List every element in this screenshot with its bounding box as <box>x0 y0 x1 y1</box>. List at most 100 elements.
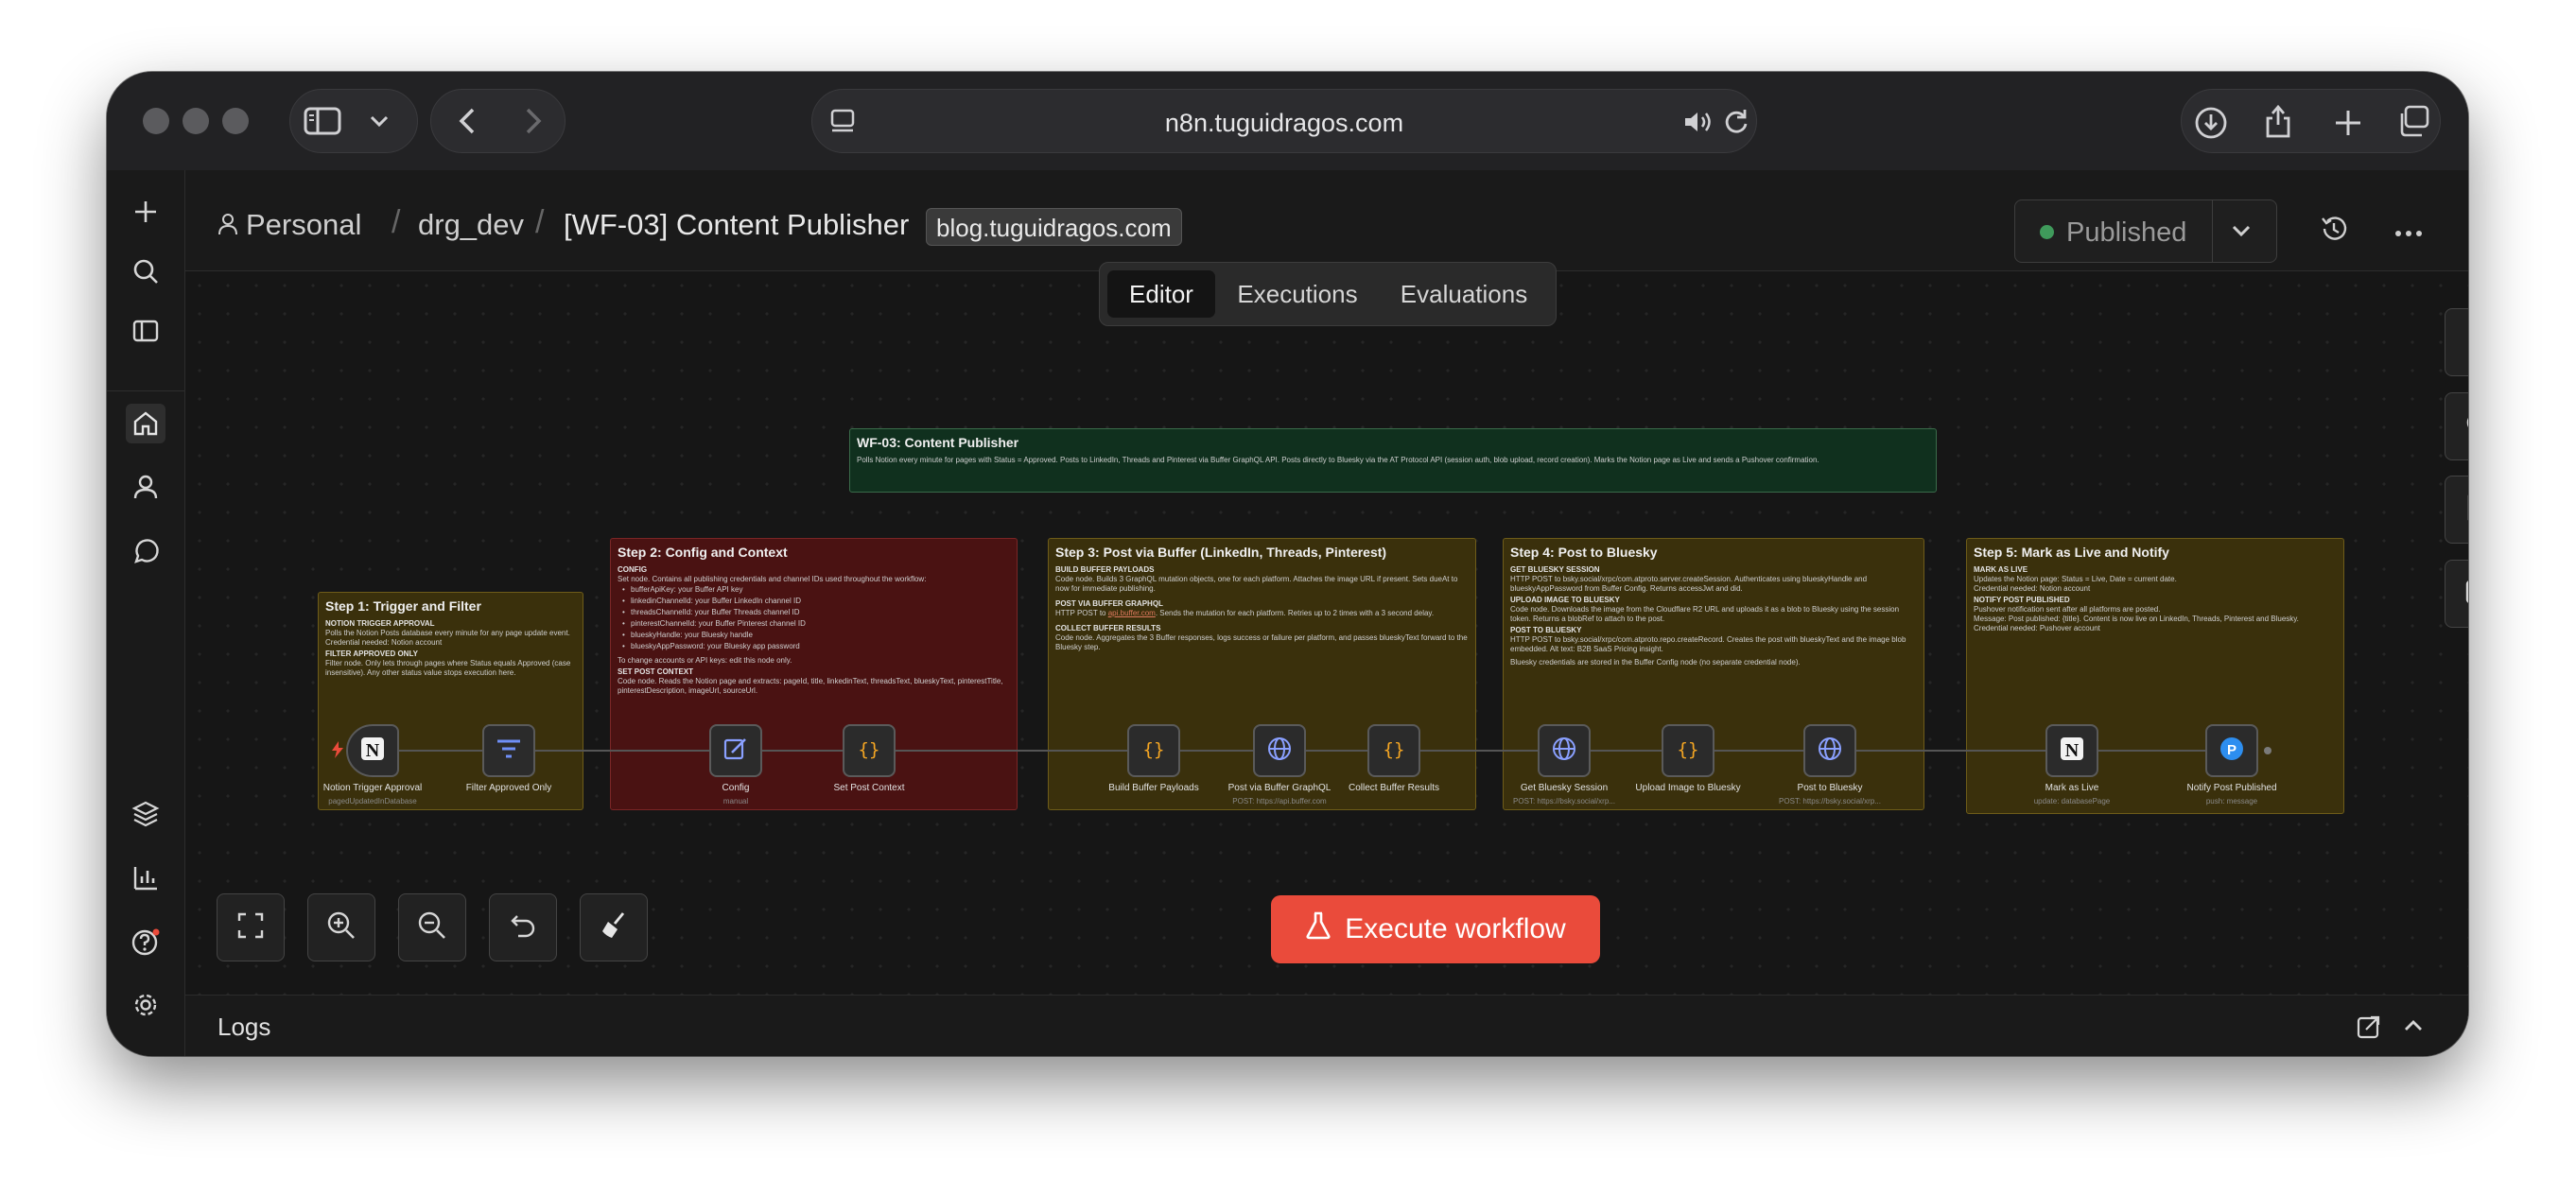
sidebar-toggle-icon[interactable] <box>302 104 343 138</box>
node-upload-image-to-bluesky[interactable]: {} <box>1662 724 1714 777</box>
flask-icon <box>1305 910 1332 948</box>
node-get-bluesky-session[interactable] <box>1538 724 1591 777</box>
buffer-api-link[interactable]: api.buffer.com <box>1108 609 1156 617</box>
workflow-tag[interactable]: blog.tuguidragos.com <box>926 208 1182 246</box>
node-mark-as-live[interactable]: N <box>2045 724 2098 777</box>
help-icon[interactable] <box>126 923 165 962</box>
url-text: n8n.tuguidragos.com <box>1164 109 1404 137</box>
new-tab-icon[interactable] <box>2329 104 2367 142</box>
logs-panel[interactable]: Logs <box>185 995 2468 1056</box>
chevron-down-icon[interactable] <box>366 110 392 132</box>
workflow-name[interactable]: [WF-03] Content Publisher <box>564 208 909 242</box>
sticky-text: Polls Notion every minute for pages with… <box>857 456 1819 464</box>
node-label: Upload Image to Bluesky <box>1635 783 1741 793</box>
back-icon[interactable] <box>453 106 481 136</box>
chevron-up-icon[interactable] <box>2403 1018 2424 1038</box>
tab-executions[interactable]: Executions <box>1223 270 1372 318</box>
execute-workflow-button[interactable]: Execute workflow <box>1271 895 1600 963</box>
insights-icon[interactable] <box>126 858 165 898</box>
fit-view-button[interactable] <box>217 893 285 961</box>
address-bar[interactable]: n8n.tuguidragos.com <box>811 89 1757 153</box>
node-subtitle: POST: https://bsky.social/xrp... <box>1779 797 1881 805</box>
undo-icon <box>509 911 537 944</box>
history-icon[interactable] <box>2319 214 2349 249</box>
home-icon[interactable] <box>126 404 165 443</box>
zoom-in-icon <box>326 910 357 945</box>
notion-icon: N <box>358 735 387 768</box>
add-node-button[interactable] <box>2445 308 2468 376</box>
logs-label: Logs <box>218 1013 271 1041</box>
node-set-post-context[interactable]: {} <box>843 724 896 777</box>
pushover-icon: P <box>2219 736 2245 767</box>
forward-icon[interactable] <box>519 106 548 136</box>
svg-text:{}: {} <box>1384 739 1405 760</box>
sticky-heading: UPLOAD IMAGE TO BLUESKY <box>1510 596 1620 604</box>
node-post-to-bluesky[interactable] <box>1803 724 1856 777</box>
zoom-window-button[interactable] <box>222 108 249 134</box>
node-config[interactable] <box>709 724 762 777</box>
download-icon[interactable] <box>2192 104 2230 142</box>
tab-editor[interactable]: Editor <box>1107 270 1215 318</box>
chat-icon[interactable] <box>126 532 165 572</box>
tab-evaluations[interactable]: Evaluations <box>1380 270 1548 318</box>
workflow-editor: Personal / drg_dev / [WF-03] Content Pub… <box>185 170 2468 1056</box>
published-label: Published <box>2066 217 2187 248</box>
zoom-in-button[interactable] <box>307 893 375 961</box>
close-window-button[interactable] <box>143 108 169 134</box>
breadcrumb-project[interactable]: drg_dev <box>418 208 524 242</box>
sticky-heading: NOTION TRIGGER APPROVAL <box>325 619 435 628</box>
user-icon[interactable] <box>126 467 165 507</box>
minimize-window-button[interactable] <box>183 108 209 134</box>
node-subtitle: update: databasePage <box>2033 797 2111 805</box>
add-icon[interactable] <box>126 192 165 232</box>
breadcrumb-personal[interactable]: Personal <box>246 208 361 242</box>
collapse-sidebar-icon[interactable] <box>126 311 165 351</box>
sticky-text-part: . Sends the mutation for each platform. … <box>1155 609 1435 617</box>
sticky-heading: NOTIFY POST PUBLISHED <box>1974 596 2070 604</box>
speaker-icon[interactable] <box>1681 109 1715 135</box>
sticky-text: HTTP POST to bsky.social/xrpc/com.atprot… <box>1510 575 1868 593</box>
zoom-out-button[interactable] <box>398 893 466 961</box>
app-sidebar <box>107 170 185 1056</box>
globe-icon <box>1817 736 1843 767</box>
list-item: threadsChannelId: your Buffer Threads ch… <box>618 607 1010 618</box>
chevron-down-icon[interactable] <box>2231 221 2252 245</box>
workflow-canvas[interactable]: WF-03: Content Publisher Polls Notion ev… <box>185 271 2468 995</box>
sticky-step5[interactable]: Step 5: Mark as Live and Notify MARK AS … <box>1966 538 2344 814</box>
reset-zoom-button[interactable] <box>489 893 557 961</box>
node-notion-trigger-approval[interactable]: N <box>346 724 399 777</box>
search-nodes-button[interactable] <box>2445 392 2468 460</box>
pop-out-icon[interactable] <box>2357 1014 2381 1044</box>
code-icon: {} <box>1674 737 1702 765</box>
search-icon[interactable] <box>126 251 165 291</box>
share-icon[interactable] <box>2259 100 2297 142</box>
globe-icon <box>1266 736 1293 767</box>
editor-tabs: Editor Executions Evaluations <box>1099 262 1557 326</box>
templates-icon[interactable] <box>126 794 165 834</box>
sticky-heading: CONFIG <box>618 565 648 574</box>
tidy-up-button[interactable] <box>580 893 648 961</box>
node-post-via-buffer-graphql[interactable] <box>1253 724 1306 777</box>
tab-overview-icon[interactable] <box>2394 102 2432 140</box>
node-collect-buffer-results[interactable]: {} <box>1367 724 1420 777</box>
sticky-step2[interactable]: Step 2: Config and Context CONFIG Set no… <box>610 538 1018 810</box>
reload-icon[interactable] <box>1721 107 1751 137</box>
node-notify-post-published[interactable]: P <box>2205 724 2258 777</box>
search-icon <box>2464 410 2468 443</box>
node-filter-approved-only[interactable] <box>482 724 535 777</box>
published-button[interactable]: Published <box>2014 199 2277 263</box>
output-handle[interactable] <box>2264 747 2271 754</box>
add-sticky-button[interactable] <box>2445 476 2468 544</box>
more-options-icon[interactable] <box>2394 225 2423 242</box>
sticky-heading: MARK AS LIVE <box>1974 565 2028 574</box>
sticky-overview[interactable]: WF-03: Content Publisher Polls Notion ev… <box>849 428 1937 493</box>
settings-icon[interactable] <box>126 985 165 1025</box>
code-icon: {} <box>1380 737 1408 765</box>
sticky-step1[interactable]: Step 1: Trigger and Filter NOTION TRIGGE… <box>318 592 583 810</box>
sticky-text: Code node. Builds 3 GraphQL mutation obj… <box>1055 575 1458 593</box>
browser-window: n8n.tuguidragos.com Personal / drg_dev /… <box>107 72 2468 1056</box>
toggle-panel-button[interactable] <box>2445 560 2468 628</box>
list-item: blueskyAppPassword: your Bluesky app pas… <box>618 641 1010 652</box>
node-build-buffer-payloads[interactable]: {} <box>1127 724 1180 777</box>
sticky-text-part: HTTP POST to <box>1055 609 1108 617</box>
